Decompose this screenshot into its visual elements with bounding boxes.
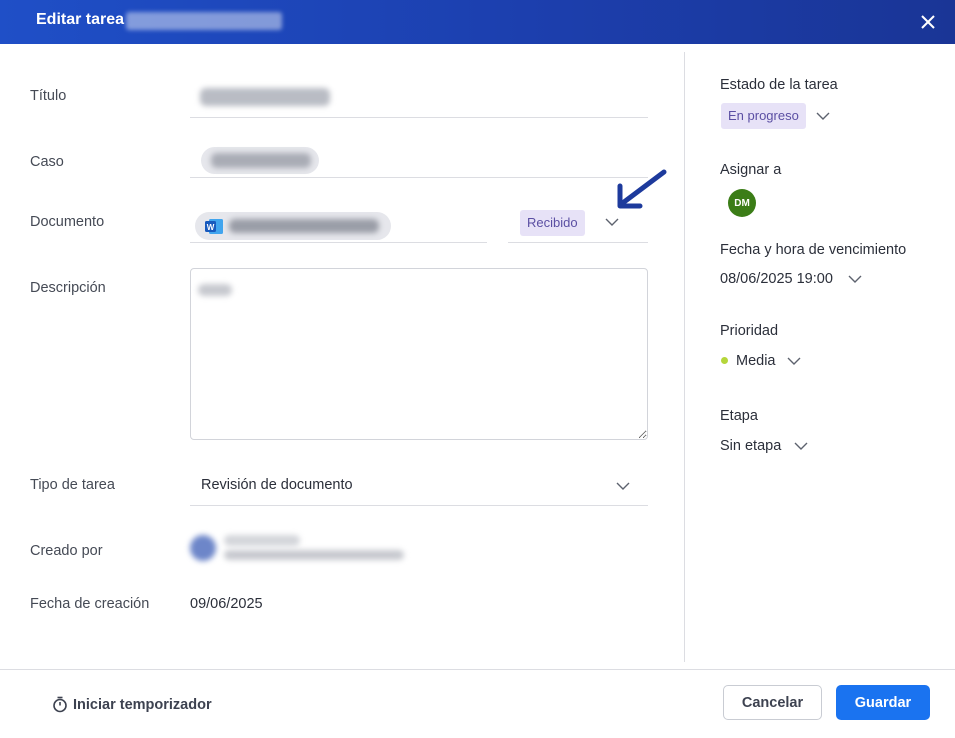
word-file-icon: W	[205, 218, 223, 234]
tipo-label: Tipo de tarea	[30, 477, 115, 493]
creator-name-redacted	[224, 535, 300, 546]
creator-email-redacted	[224, 550, 404, 560]
titulo-underline	[190, 117, 648, 118]
close-icon[interactable]	[917, 11, 939, 33]
assignee-avatar[interactable]: DM	[728, 189, 756, 217]
caso-value-redacted	[211, 153, 311, 168]
start-timer-button[interactable]: Iniciar temporizador	[52, 696, 212, 713]
svg-text:W: W	[207, 223, 215, 232]
prioridad-label: Prioridad	[720, 323, 779, 339]
column-divider	[684, 52, 685, 662]
redacted-task-name	[126, 12, 282, 30]
fecha-label: Fecha de creación	[30, 596, 150, 612]
chevron-down-icon[interactable]	[794, 442, 808, 451]
documento-status-badge[interactable]: Recibido	[520, 210, 585, 236]
documento-status-underline	[508, 242, 648, 243]
documento-chip[interactable]: W	[195, 212, 391, 240]
fecha-value: 09/06/2025	[190, 596, 263, 612]
etapa-value[interactable]: Sin etapa	[720, 438, 781, 454]
start-timer-label: Iniciar temporizador	[73, 696, 212, 713]
descripcion-textarea[interactable]	[190, 268, 648, 440]
prioridad-value[interactable]: Media	[736, 353, 776, 369]
documento-name-redacted	[229, 219, 379, 233]
tipo-select-value[interactable]: Revisión de documento	[201, 477, 353, 493]
creado-label: Creado por	[30, 543, 103, 559]
etapa-label: Etapa	[720, 408, 758, 424]
footer-divider	[0, 669, 955, 670]
vencimiento-value[interactable]: 08/06/2025 19:00	[720, 271, 833, 287]
caso-label: Caso	[30, 154, 64, 170]
chevron-down-icon[interactable]	[616, 482, 630, 491]
estado-label: Estado de la tarea	[720, 77, 838, 93]
descripcion-text-redacted	[198, 284, 232, 296]
documento-underline	[190, 242, 487, 243]
arrow-annotation-icon	[617, 169, 667, 209]
caso-chip[interactable]	[201, 147, 319, 174]
dialog-title: Editar tarea	[36, 11, 125, 28]
titulo-label: Título	[30, 88, 67, 104]
priority-dot-icon	[721, 357, 728, 364]
titulo-input-redacted[interactable]	[200, 88, 330, 106]
tipo-underline	[190, 505, 648, 506]
chevron-down-icon[interactable]	[848, 275, 862, 284]
avatar	[190, 535, 216, 561]
asignar-label: Asignar a	[720, 162, 782, 178]
vencimiento-label: Fecha y hora de vencimiento	[720, 242, 907, 258]
dialog-header: Editar tarea	[0, 0, 955, 44]
chevron-down-icon[interactable]	[787, 357, 801, 366]
descripcion-label: Descripción	[30, 280, 106, 296]
documento-label: Documento	[30, 214, 105, 230]
cancel-button[interactable]: Cancelar	[723, 685, 822, 720]
estado-badge[interactable]: En progreso	[721, 103, 806, 129]
chevron-down-icon[interactable]	[605, 218, 619, 227]
caso-underline	[190, 177, 648, 178]
save-button[interactable]: Guardar	[836, 685, 930, 720]
timer-icon	[53, 696, 67, 713]
chevron-down-icon[interactable]	[816, 112, 830, 121]
